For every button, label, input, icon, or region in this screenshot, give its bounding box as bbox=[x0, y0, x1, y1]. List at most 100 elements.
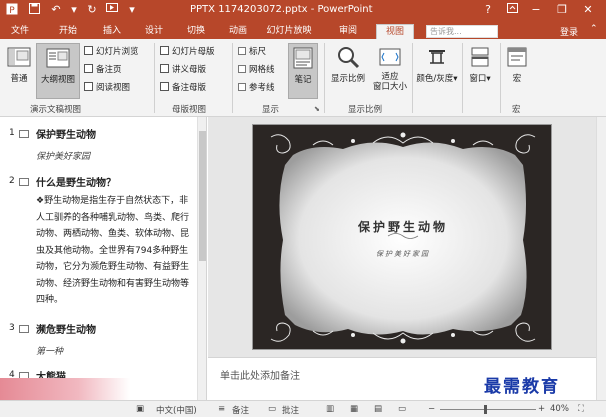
slide-icon[interactable] bbox=[19, 178, 29, 186]
slideshow-status-icon[interactable]: ▭ bbox=[398, 404, 406, 414]
handout-master-button[interactable]: 讲义母版 bbox=[160, 63, 206, 77]
watermark-text: 最需教育 bbox=[484, 377, 560, 397]
restore-button[interactable]: ❐ bbox=[552, 3, 572, 16]
normal-view-status-icon[interactable]: ▥ bbox=[326, 404, 334, 414]
macros-icon bbox=[505, 45, 529, 69]
zoom-slider[interactable] bbox=[440, 409, 536, 410]
outline-view-icon bbox=[46, 46, 70, 70]
customize-toolbar-icon[interactable]: ▾ bbox=[124, 3, 140, 16]
app-logo-icon: P bbox=[4, 3, 20, 18]
tab-file[interactable]: 文件 bbox=[6, 24, 34, 39]
outline-scrollbar[interactable] bbox=[197, 117, 206, 400]
undo-dropdown-icon[interactable]: ▾ bbox=[66, 3, 82, 16]
group-separator bbox=[462, 43, 463, 113]
outline-view-button[interactable]: 大纲视图 bbox=[36, 43, 80, 99]
group-separator bbox=[154, 43, 155, 113]
fit-window-icon bbox=[378, 45, 402, 69]
macros-button[interactable]: 宏 bbox=[504, 43, 530, 99]
slide-master-icon bbox=[160, 46, 169, 55]
group-separator bbox=[324, 43, 325, 113]
color-grayscale-icon bbox=[425, 45, 449, 69]
tell-me-search-input[interactable]: 告诉我... bbox=[426, 25, 498, 38]
notes-toggle-button[interactable]: 笔记 bbox=[288, 43, 318, 99]
slide-title-text[interactable]: 保护野生动物 bbox=[253, 218, 551, 235]
blurred-overlay bbox=[0, 378, 130, 400]
slide-icon[interactable] bbox=[19, 325, 29, 333]
collapse-ribbon-icon[interactable]: ⌃ bbox=[590, 24, 598, 34]
gridlines-checkbox[interactable]: 网格线 bbox=[238, 63, 275, 77]
notes-status-icon[interactable]: ≡ bbox=[218, 404, 225, 414]
slide-sorter-icon bbox=[84, 46, 93, 55]
notes-master-button[interactable]: 备注母版 bbox=[160, 81, 206, 95]
save-icon[interactable] bbox=[26, 3, 42, 17]
slide-number: 3 bbox=[9, 323, 15, 333]
color-grayscale-button[interactable]: 颜色/灰度▾ bbox=[414, 43, 460, 99]
window-button[interactable]: 窗口▾ bbox=[466, 43, 494, 99]
notes-icon bbox=[291, 46, 315, 70]
tab-view[interactable]: 视图 bbox=[376, 24, 414, 39]
outline-slide-subtitle[interactable]: 保护美好家园 bbox=[36, 149, 90, 162]
tab-insert[interactable]: 插入 bbox=[98, 24, 126, 39]
guides-checkbox[interactable]: 参考线 bbox=[238, 81, 275, 95]
redo-icon[interactable]: ↻ bbox=[84, 3, 100, 16]
window-icon bbox=[468, 45, 492, 69]
comments-status-button[interactable]: 批注 bbox=[282, 404, 299, 416]
ribbon-display-icon[interactable] bbox=[502, 3, 522, 16]
reading-view-button[interactable]: 阅读视图 bbox=[84, 81, 130, 95]
tab-transitions[interactable]: 切换 bbox=[182, 24, 210, 39]
zoom-in-button[interactable]: + bbox=[538, 404, 545, 414]
slide-icon[interactable] bbox=[19, 130, 29, 138]
zoom-level[interactable]: 40% bbox=[550, 404, 569, 414]
zoom-out-button[interactable]: − bbox=[428, 404, 435, 414]
minimize-button[interactable]: − bbox=[526, 3, 546, 16]
decorative-frame bbox=[270, 132, 536, 344]
tab-slideshow[interactable]: 幻灯片放映 bbox=[258, 24, 320, 39]
zoom-slider-thumb[interactable] bbox=[484, 405, 487, 414]
magnifier-icon bbox=[336, 45, 360, 69]
group-label-presentation-views: 演示文稿视图 bbox=[30, 105, 82, 115]
slide-sorter-button[interactable]: 幻灯片浏览 bbox=[84, 45, 139, 59]
outline-slide-body[interactable]: ❖野生动物是指生存于自然状态下，非人工驯养的各种哺乳动物、鸟类、爬行动物、两栖动… bbox=[36, 193, 196, 309]
outline-slide-title[interactable]: 濒危野生动物 bbox=[36, 321, 96, 336]
login-link[interactable]: 登录 bbox=[560, 25, 578, 38]
slide-canvas[interactable]: 保护野生动物 保护美好家园 bbox=[252, 124, 552, 350]
notes-placeholder: 单击此处添加备注 bbox=[220, 371, 300, 382]
outline-slide-subtitle[interactable]: 第一种 bbox=[36, 344, 63, 357]
undo-icon[interactable]: ↶ bbox=[48, 3, 64, 16]
slide-master-button[interactable]: 幻灯片母版 bbox=[160, 45, 215, 59]
tab-design[interactable]: 设计 bbox=[140, 24, 168, 39]
close-button[interactable]: ✕ bbox=[578, 3, 598, 16]
tab-review[interactable]: 审阅 bbox=[334, 24, 362, 39]
notes-page-button[interactable]: 备注页 bbox=[84, 63, 122, 77]
zoom-button[interactable]: 显示比例 bbox=[328, 43, 368, 99]
normal-view-icon bbox=[7, 45, 31, 69]
help-button[interactable]: ? bbox=[478, 3, 498, 16]
ribbon-tabs: 文件 开始 插入 设计 切换 动画 幻灯片放映 审阅 视图 告诉我... 登录 … bbox=[0, 22, 606, 39]
fit-to-window-button[interactable]: 适应 窗口大小 bbox=[370, 43, 410, 99]
show-dialog-launcher-icon[interactable]: ⬊ bbox=[314, 105, 320, 113]
slide-sorter-status-icon[interactable]: ▦ bbox=[350, 404, 358, 414]
outline-slide-title[interactable]: 保护野生动物 bbox=[36, 126, 96, 141]
tab-animations[interactable]: 动画 bbox=[224, 24, 252, 39]
slide-scrollbar[interactable] bbox=[596, 117, 606, 400]
spellcheck-icon[interactable]: ▣ bbox=[136, 404, 144, 414]
outline-pane[interactable]: 1 保护野生动物 保护美好家园 2 什么是野生动物？ ❖野生动物是指生存于自然状… bbox=[0, 117, 207, 400]
slide-subtitle-text[interactable]: 保护美好家园 bbox=[253, 249, 551, 259]
outline-slide-title[interactable]: 什么是野生动物？ bbox=[36, 174, 116, 189]
start-slideshow-icon[interactable] bbox=[104, 3, 120, 17]
group-label-zoom: 显示比例 bbox=[348, 105, 383, 115]
slide-editing-area: 保护野生动物 保护美好家园 bbox=[208, 117, 606, 357]
fit-slide-icon[interactable]: ⛶ bbox=[578, 404, 584, 414]
language-indicator[interactable]: 中文(中国) bbox=[156, 404, 197, 416]
reading-view-status-icon[interactable]: ▤ bbox=[374, 404, 382, 414]
tab-home[interactable]: 开始 bbox=[54, 24, 82, 39]
slide-number: 2 bbox=[9, 176, 15, 186]
group-separator bbox=[500, 43, 501, 113]
group-label-macros: 宏 bbox=[512, 105, 521, 115]
normal-view-button[interactable]: 普通 bbox=[4, 43, 34, 99]
notes-status-button[interactable]: 备注 bbox=[232, 404, 249, 416]
reading-view-icon bbox=[84, 82, 93, 91]
scrollbar-thumb[interactable] bbox=[199, 131, 206, 261]
ruler-checkbox[interactable]: 标尺 bbox=[238, 45, 266, 59]
comments-status-icon[interactable]: ▭ bbox=[268, 404, 276, 414]
